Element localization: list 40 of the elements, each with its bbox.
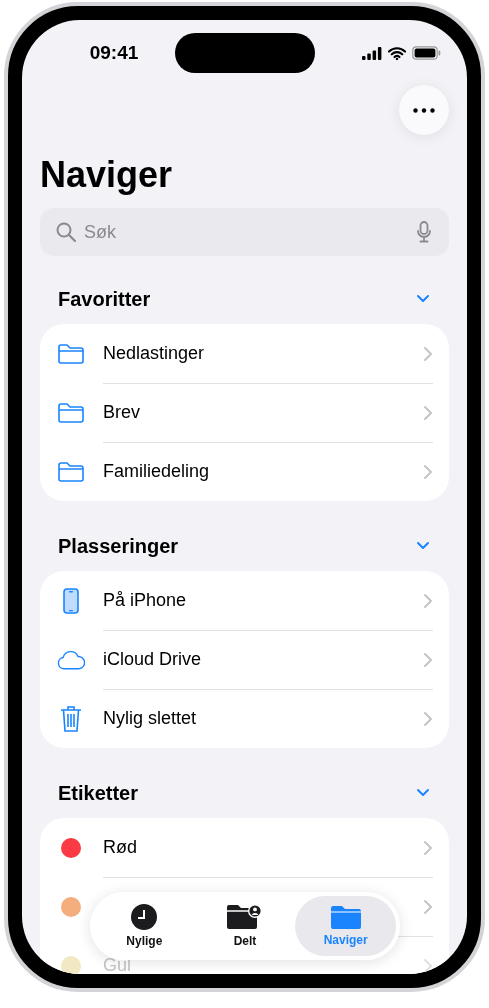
- search-field[interactable]: Søk: [40, 208, 449, 256]
- chevron-right-icon: [423, 710, 433, 727]
- folder-icon: [57, 460, 85, 483]
- list-item-label[interactable]: Familiedeling: [103, 461, 210, 482]
- microphone-icon[interactable]: [417, 221, 431, 243]
- more-button[interactable]: [399, 85, 449, 135]
- chevron-right-icon: [423, 651, 433, 668]
- search-icon: [56, 222, 76, 242]
- phone-icon: [63, 587, 79, 614]
- list-item-label[interactable]: Brev: [103, 402, 140, 423]
- clock-icon: [131, 904, 158, 930]
- section-header: Plasseringer: [58, 534, 179, 558]
- folder-icon: [57, 401, 85, 424]
- folder-icon: [57, 342, 85, 365]
- section-header: Favoritter: [58, 287, 151, 311]
- tab[interactable]: Nylige: [94, 896, 195, 956]
- chevron-right-icon: [423, 463, 433, 480]
- chevron-right-icon: [423, 404, 433, 421]
- folder-icon: [330, 905, 361, 929]
- list-item-label[interactable]: Rød: [103, 837, 137, 858]
- shared-folder-icon: [227, 904, 263, 930]
- status-time: 09:41: [88, 42, 140, 64]
- signal-icon: [362, 46, 382, 60]
- chevron-right-icon: [423, 898, 433, 915]
- tab[interactable]: Delt: [194, 896, 296, 956]
- page-title: Naviger: [40, 153, 174, 197]
- chevron-right-icon: [423, 957, 433, 974]
- chevron-right-icon: [423, 839, 433, 856]
- cloud-icon: [57, 648, 85, 671]
- list-item-label[interactable]: På iPhone: [103, 590, 187, 611]
- trash-icon: [60, 704, 82, 733]
- battery-icon: [412, 46, 441, 60]
- chevron-right-icon: [423, 345, 433, 362]
- list-item-label[interactable]: Nylig slettet: [103, 708, 197, 729]
- ellipsis-icon: [413, 107, 435, 113]
- list-item-label[interactable]: iCloud Drive: [103, 649, 202, 670]
- chevron-right-icon: [423, 592, 433, 609]
- section-header: Etiketter: [58, 781, 139, 805]
- list-item-label[interactable]: Nedlastinger: [103, 343, 205, 364]
- wifi-icon: [388, 46, 406, 60]
